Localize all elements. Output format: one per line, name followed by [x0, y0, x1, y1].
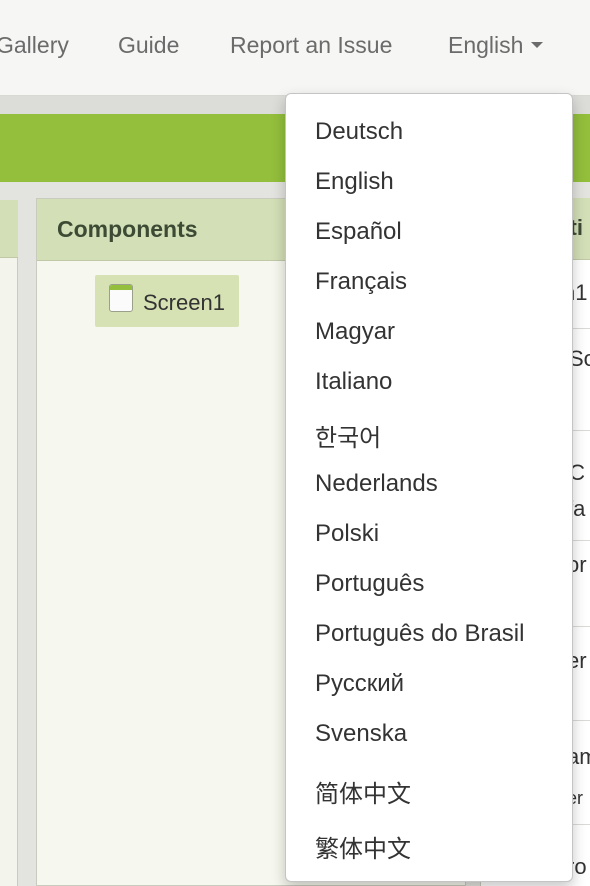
nav-report-issue-link[interactable]: Report an Issue [230, 32, 392, 59]
language-option-simplified-chinese[interactable]: 简体中文 [315, 774, 411, 809]
language-option-russian[interactable]: Русский [315, 670, 404, 698]
language-selector-label: English [448, 32, 524, 58]
screen-icon [109, 284, 133, 312]
language-option-korean[interactable]: 한국어 [315, 418, 381, 453]
top-navigation: Gallery Guide Report an Issue English [0, 0, 590, 96]
language-dropdown-menu: Deutsch English Español Français Magyar … [285, 93, 573, 882]
palette-panel-edge [0, 200, 18, 886]
language-option-portugues-brasil[interactable]: Português do Brasil [315, 620, 524, 648]
language-option-polski[interactable]: Polski [315, 520, 379, 548]
language-option-traditional-chinese[interactable]: 繁体中文 [315, 829, 411, 864]
component-tree-label: Screen1 [143, 290, 225, 315]
language-option-italiano[interactable]: Italiano [315, 368, 392, 396]
language-option-magyar[interactable]: Magyar [315, 318, 395, 346]
components-title: Components [57, 216, 198, 242]
language-option-svenska[interactable]: Svenska [315, 720, 407, 748]
language-option-francais[interactable]: Français [315, 268, 407, 296]
language-option-nederlands[interactable]: Nederlands [315, 470, 438, 498]
language-selector[interactable]: English [448, 32, 544, 59]
component-tree-item-screen1[interactable]: Screen1 [95, 275, 239, 327]
palette-panel-header [0, 200, 18, 258]
language-option-portugues[interactable]: Português [315, 570, 424, 598]
language-option-deutsch[interactable]: Deutsch [315, 118, 403, 146]
nav-guide-link[interactable]: Guide [118, 32, 179, 59]
language-option-espanol[interactable]: Español [315, 218, 402, 246]
language-option-english[interactable]: English [315, 168, 394, 196]
caret-down-icon [531, 41, 544, 48]
nav-gallery-link[interactable]: Gallery [0, 32, 69, 59]
